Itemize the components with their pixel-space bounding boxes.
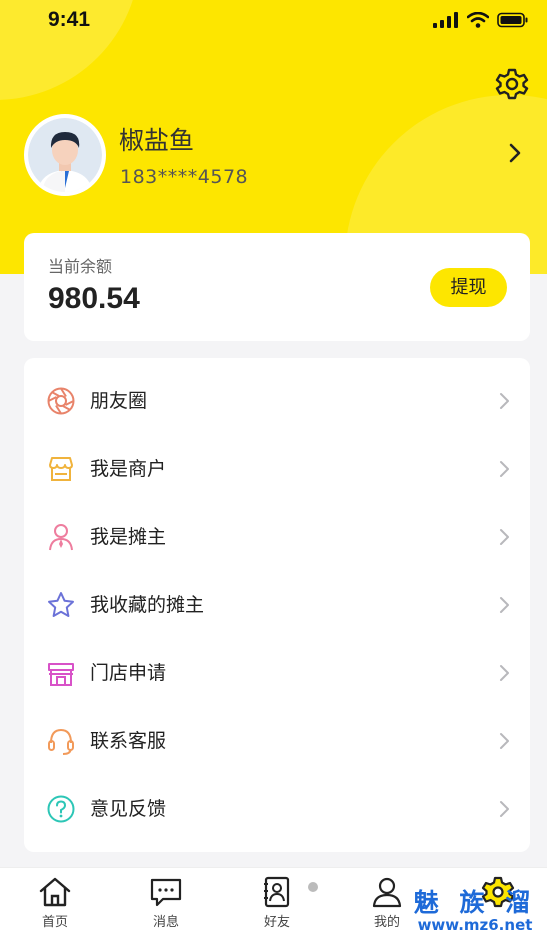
status-bar: 9:41 (0, 0, 547, 44)
watermark-url: www.mz6.net (417, 916, 533, 934)
chevron-right-icon (500, 393, 509, 409)
withdraw-button[interactable]: 提现 (430, 268, 507, 307)
menu-item-customer-service[interactable]: 联系客服 (24, 706, 530, 774)
star-icon (48, 592, 74, 617)
tab-friends[interactable]: 好友 (237, 868, 317, 934)
chevron-right-icon (500, 461, 509, 477)
contacts-icon (264, 876, 290, 908)
chevron-right-icon (500, 529, 509, 545)
watermark: 魅 族 溜 www.mz6.net (410, 888, 540, 934)
menu-item-favorite-stalls[interactable]: 我收藏的摊主 (24, 570, 530, 638)
menu-item-store-application[interactable]: 门店申请 (24, 638, 530, 706)
person-icon (49, 524, 73, 551)
menu-item-label: 我是商户 (90, 458, 167, 480)
headset-icon (48, 728, 74, 755)
menu-item-label: 我是摊主 (90, 526, 167, 548)
tab-messages[interactable]: 消息 (126, 868, 206, 934)
user-icon (372, 877, 402, 908)
chevron-right-icon (500, 597, 509, 613)
balance-amount: 980.54 (48, 282, 140, 315)
tab-label: 消息 (152, 915, 179, 930)
page-indicator-dot (308, 882, 318, 892)
home-icon (39, 877, 71, 907)
status-icons (433, 12, 529, 28)
signal-icon (433, 12, 458, 28)
username[interactable]: 椒盐鱼 (119, 121, 194, 157)
settings-gear-icon[interactable] (495, 67, 529, 101)
message-icon (150, 878, 182, 907)
balance-card: 当前余额 980.54 提现 (24, 233, 530, 341)
menu-item-label: 意见反馈 (90, 798, 167, 820)
menu-item-feedback[interactable]: 意见反馈 (24, 774, 530, 842)
battery-icon (497, 12, 528, 28)
store-icon (49, 457, 73, 481)
tab-label: 好友 (263, 915, 290, 930)
balance-label: 当前余额 (48, 257, 113, 276)
menu-list: 朋友圈 我是商户 我是摊主 我收藏的摊主 门店申请 联系客服 意见反馈 (24, 358, 530, 852)
profile-chevron-right-icon[interactable] (505, 142, 525, 164)
menu-item-label: 门店申请 (90, 662, 167, 684)
avatar[interactable] (24, 114, 106, 196)
menu-item-stall-owner[interactable]: 我是摊主 (24, 502, 530, 570)
menu-item-label: 朋友圈 (90, 390, 148, 412)
menu-item-label: 我收藏的摊主 (90, 594, 205, 616)
phone-number: 183****4578 (120, 166, 249, 188)
tab-label: 首页 (41, 915, 68, 930)
status-time: 9:41 (48, 8, 91, 31)
chevron-right-icon (500, 801, 509, 817)
wifi-icon (467, 12, 489, 28)
menu-item-moments[interactable]: 朋友圈 (24, 366, 530, 434)
watermark-text: 魅 族 溜 (413, 888, 537, 917)
chevron-right-icon (500, 665, 509, 681)
avatar-image (28, 118, 102, 192)
chevron-right-icon (500, 733, 509, 749)
menu-item-label: 联系客服 (90, 730, 167, 752)
menu-item-merchant[interactable]: 我是商户 (24, 434, 530, 502)
tab-home[interactable]: 首页 (15, 868, 95, 934)
question-icon (47, 795, 75, 823)
shop-icon (48, 663, 74, 686)
aperture-icon (47, 387, 75, 415)
